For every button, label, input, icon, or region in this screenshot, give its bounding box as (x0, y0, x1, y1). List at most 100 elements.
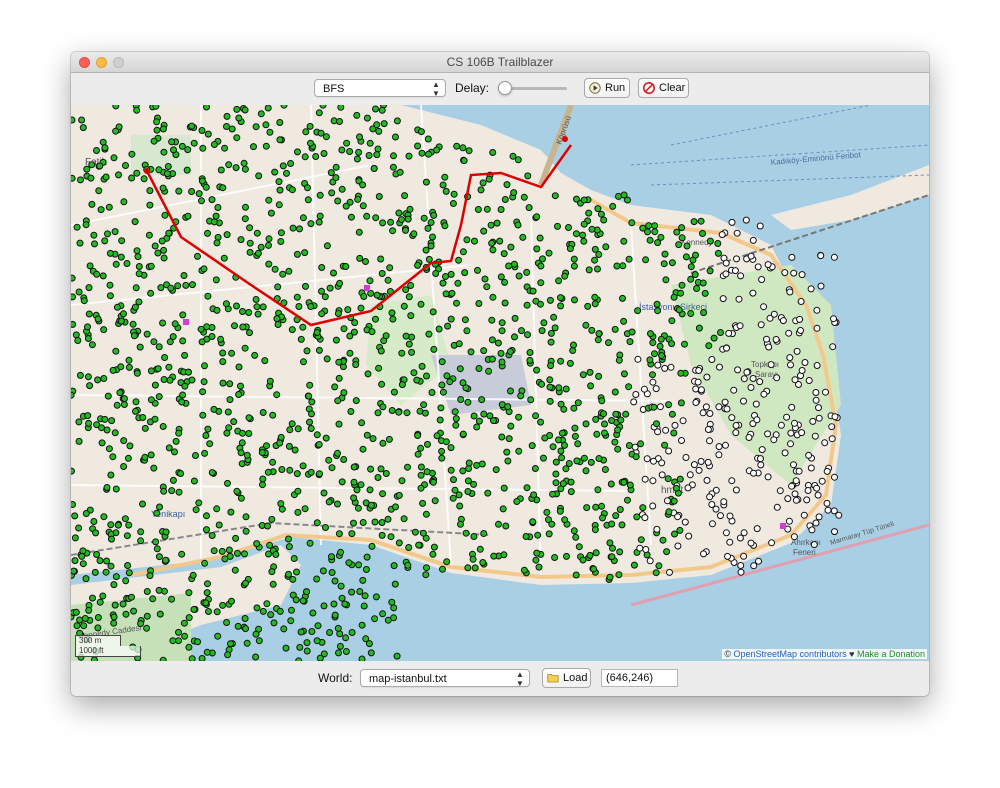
visited-node (533, 549, 541, 557)
visited-node (690, 218, 698, 226)
visited-node (547, 329, 555, 337)
path-end-marker (562, 136, 568, 142)
delay-slider-knob[interactable] (498, 81, 512, 95)
visited-node (295, 303, 303, 310)
visited-node (259, 607, 267, 615)
unvisited-node (721, 398, 729, 406)
visited-node (622, 410, 630, 418)
visited-node (195, 190, 203, 198)
visited-node (450, 476, 457, 484)
visited-node (189, 571, 197, 579)
visited-node (106, 292, 114, 300)
unvisited-node (764, 473, 772, 481)
unvisited-node (785, 329, 793, 337)
visited-node (538, 327, 546, 335)
algorithm-select[interactable]: BFS ▲ ▼ (314, 79, 446, 98)
visited-node (88, 341, 96, 349)
visited-node (403, 409, 411, 417)
visited-node (552, 479, 560, 487)
visited-node (241, 550, 248, 558)
visited-node (662, 276, 670, 284)
visited-node (598, 502, 606, 510)
visited-node (488, 316, 496, 324)
visited-node (365, 640, 373, 648)
visited-node (526, 349, 534, 356)
visited-node (78, 116, 86, 124)
visited-node (315, 346, 323, 354)
visited-node (88, 200, 96, 208)
visited-node (107, 521, 115, 529)
visited-node (146, 572, 154, 580)
visited-node (168, 138, 176, 146)
visited-node (233, 487, 241, 495)
visited-node (112, 573, 120, 581)
visited-node (227, 640, 234, 648)
visited-node (379, 219, 387, 227)
visited-node (456, 502, 464, 510)
unvisited-node (730, 386, 738, 394)
visited-node (241, 344, 249, 352)
unvisited-node (785, 517, 793, 525)
visited-node (645, 222, 653, 230)
visited-node (278, 505, 286, 513)
visited-node (401, 192, 409, 200)
visited-node (318, 264, 326, 271)
visited-node (327, 169, 335, 177)
visited-node (120, 463, 128, 470)
visited-node (190, 606, 198, 613)
visited-node (647, 330, 654, 338)
visited-node (616, 506, 624, 513)
visited-node (395, 408, 403, 416)
visited-node (269, 458, 277, 466)
visited-node (325, 498, 333, 506)
world-select[interactable]: map-istanbul.txt ▲ ▼ (360, 669, 530, 688)
visited-node (233, 134, 241, 142)
unvisited-node (829, 343, 837, 351)
unvisited-node (788, 403, 796, 411)
visited-node (346, 349, 354, 357)
unvisited-node (699, 409, 707, 417)
unvisited-node (671, 421, 679, 429)
visited-node (530, 491, 538, 499)
visited-node (125, 569, 133, 577)
unvisited-node (777, 421, 785, 429)
visited-node (483, 205, 491, 213)
visited-node (246, 224, 254, 232)
unvisited-node (723, 344, 730, 352)
visited-node (475, 300, 483, 307)
unvisited-node (817, 282, 825, 290)
map-canvas[interactable]: Fatih İstasyonu Sirkeci Topkapı Sarayı h… (71, 105, 929, 661)
visited-node (606, 573, 614, 581)
unvisited-node (800, 511, 808, 519)
run-button[interactable]: Run (584, 78, 630, 98)
load-button[interactable]: Load (542, 668, 591, 688)
osm-attribution-link[interactable]: OpenStreetMap contributors (734, 649, 847, 659)
unvisited-node (704, 426, 712, 433)
visited-node (665, 508, 673, 516)
visited-node (132, 407, 139, 415)
visited-node (405, 340, 413, 348)
visited-node (275, 178, 283, 186)
donation-link[interactable]: Make a Donation (857, 649, 925, 659)
unvisited-node (743, 368, 751, 376)
unvisited-node (723, 405, 731, 413)
visited-node (461, 269, 469, 277)
visited-node (387, 218, 395, 226)
visited-node (160, 148, 168, 156)
visited-node (625, 442, 633, 449)
run-button-label: Run (605, 82, 626, 94)
visited-node (334, 197, 342, 205)
visited-node (523, 301, 531, 309)
visited-node (369, 435, 377, 443)
visited-node (204, 130, 212, 138)
visited-node (293, 470, 301, 478)
unvisited-node (694, 378, 702, 386)
map-view[interactable]: Fatih İstasyonu Sirkeci Topkapı Sarayı h… (71, 105, 929, 661)
visited-node (430, 345, 438, 353)
clear-button[interactable]: Clear (638, 78, 689, 98)
visited-node (155, 166, 163, 174)
visited-node (442, 438, 450, 446)
visited-node (146, 201, 154, 209)
visited-node (100, 326, 108, 334)
visited-node (529, 518, 537, 526)
